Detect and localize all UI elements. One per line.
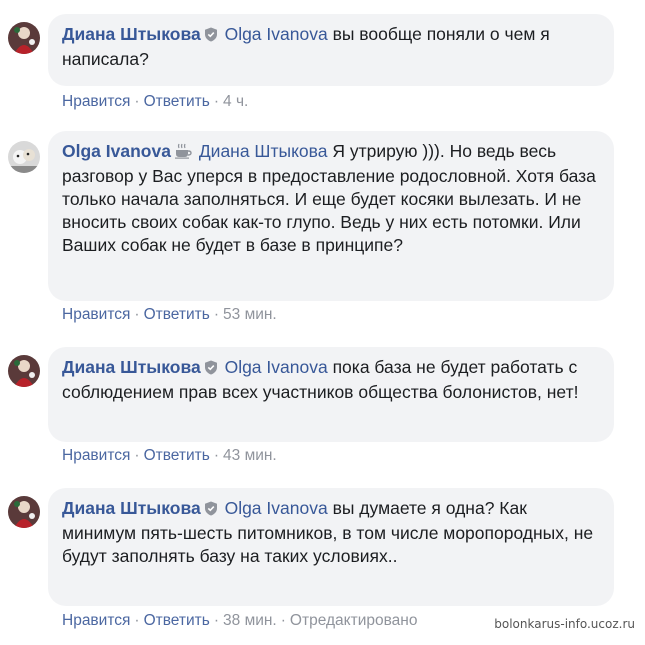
mention-link[interactable]: Olga Ivanova bbox=[225, 357, 328, 377]
comment-actions: Нравится · Ответить · 38 мин. · Отредактирован… bbox=[62, 612, 417, 630]
watermark: bolonkarus-info.ucoz.ru bbox=[494, 617, 635, 631]
timestamp[interactable]: 4 ч. bbox=[223, 93, 248, 110]
separator: · bbox=[280, 612, 286, 629]
timestamp[interactable]: 53 мин. bbox=[223, 306, 277, 323]
avatar[interactable] bbox=[8, 355, 40, 387]
separator: · bbox=[213, 93, 220, 110]
author-name[interactable]: Диана Штыкова bbox=[62, 357, 201, 377]
separator: · bbox=[134, 447, 140, 464]
shield-icon bbox=[204, 499, 218, 522]
separator: · bbox=[134, 612, 140, 629]
comment-bubble: Диана Штыкова Olga Ivanova пока база не … bbox=[48, 347, 614, 442]
shield-icon bbox=[204, 25, 218, 48]
separator: · bbox=[213, 447, 220, 464]
coffee-cup-icon bbox=[174, 142, 192, 165]
comment-actions: Нравится · Ответить · 43 мин. bbox=[62, 447, 277, 465]
separator: · bbox=[213, 306, 220, 323]
like-link[interactable]: Нравится bbox=[62, 447, 130, 464]
shield-icon bbox=[204, 358, 218, 381]
author-name[interactable]: Olga Ivanova bbox=[62, 141, 171, 161]
separator: · bbox=[134, 93, 140, 110]
author-name[interactable]: Диана Штыкова bbox=[62, 498, 201, 518]
avatar[interactable] bbox=[8, 22, 40, 54]
reply-link[interactable]: Ответить bbox=[144, 93, 210, 110]
like-link[interactable]: Нравится bbox=[62, 306, 130, 323]
avatar[interactable] bbox=[8, 141, 40, 173]
avatar[interactable] bbox=[8, 496, 40, 528]
comment-actions: Нравится · Ответить · 4 ч. bbox=[62, 93, 248, 111]
timestamp[interactable]: 43 мин. bbox=[223, 447, 277, 464]
comment-actions: Нравится · Ответить · 53 мин. bbox=[62, 306, 277, 324]
comment-bubble: Диана Штыкова Olga Ivanova вы вообще пон… bbox=[48, 14, 614, 86]
mention-link[interactable]: Диана Штыкова bbox=[199, 141, 328, 161]
separator: · bbox=[213, 612, 220, 629]
like-link[interactable]: Нравится bbox=[62, 612, 130, 629]
author-name[interactable]: Диана Штыкова bbox=[62, 24, 201, 44]
separator: · bbox=[134, 306, 140, 323]
comment-bubble: Диана Штыкова Olga Ivanova вы думаете я … bbox=[48, 488, 614, 606]
reply-link[interactable]: Ответить bbox=[144, 306, 210, 323]
mention-link[interactable]: Olga Ivanova bbox=[225, 24, 328, 44]
edited-label[interactable]: Отредактировано bbox=[290, 612, 418, 629]
like-link[interactable]: Нравится bbox=[62, 93, 130, 110]
timestamp[interactable]: 38 мин. bbox=[223, 612, 277, 629]
reply-link[interactable]: Ответить bbox=[144, 447, 210, 464]
mention-link[interactable]: Olga Ivanova bbox=[225, 498, 328, 518]
comment-bubble: Olga Ivanova Диана Штыкова Я утрирую )))… bbox=[48, 131, 614, 301]
reply-link[interactable]: Ответить bbox=[144, 612, 210, 629]
